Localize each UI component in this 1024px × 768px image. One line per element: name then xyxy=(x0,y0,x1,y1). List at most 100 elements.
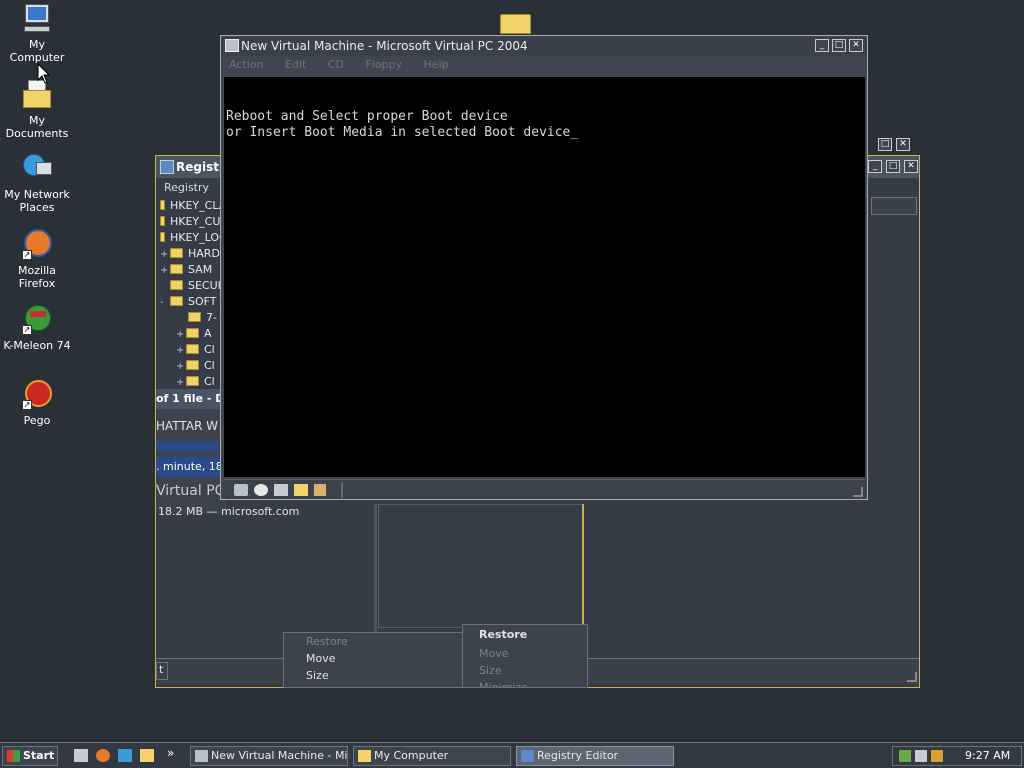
tree-item[interactable]: + HARD xyxy=(160,246,220,262)
registry-close-button[interactable]: ✕ xyxy=(904,160,918,173)
close-button[interactable]: ✕ xyxy=(896,138,910,151)
tree-item[interactable]: + Cl xyxy=(176,358,215,374)
desktop-icon-my-computer[interactable]: My Computer xyxy=(0,2,74,64)
registry-title: Registr xyxy=(176,160,225,174)
tree-item[interactable]: - SOFT xyxy=(160,294,217,310)
quick-launch-desktop-icon[interactable] xyxy=(74,749,88,762)
vpc-task-icon xyxy=(195,750,208,762)
tray-app-icon[interactable] xyxy=(915,750,927,762)
maximize-button[interactable]: □ xyxy=(878,138,892,151)
resize-grip-icon[interactable] xyxy=(853,487,863,497)
tree-item[interactable]: SECUI xyxy=(160,278,221,294)
task-virtual-machine[interactable]: New Virtual Machine - Mic... xyxy=(190,746,348,766)
desktop-icon-label: K-Meleon 74 xyxy=(3,339,71,352)
hard-disk-icon[interactable] xyxy=(234,484,248,496)
shared-folder-icon[interactable] xyxy=(294,484,308,496)
vpc-minimize-button[interactable]: _ xyxy=(815,39,829,52)
download-title: of 1 file - Do xyxy=(156,389,226,409)
floppy-icon[interactable] xyxy=(274,484,288,496)
folder-icon[interactable] xyxy=(500,14,531,34)
taskbar: Start » New Virtual Machine - Mic... My … xyxy=(0,742,1024,768)
computer-task-icon xyxy=(358,750,371,762)
registry-panel-border xyxy=(582,504,584,628)
vpc-title: New Virtual Machine - Microsoft Virtual … xyxy=(241,39,528,53)
desktop-icon-label: Mozilla Firefox xyxy=(18,264,56,290)
network-icon[interactable] xyxy=(314,484,326,496)
firefox-icon: ↗ xyxy=(20,228,54,262)
clock[interactable]: 9:27 AM xyxy=(965,749,1010,762)
tray-network-icon[interactable] xyxy=(899,750,911,762)
chevron-more-icon[interactable]: » xyxy=(167,746,174,760)
registry-title-icon xyxy=(160,160,174,174)
quick-launch-search-icon[interactable] xyxy=(140,749,154,762)
tray-volume-icon[interactable] xyxy=(931,750,943,762)
desktop-icon-my-documents[interactable]: My Documents xyxy=(0,78,74,140)
task-label: My Computer xyxy=(374,749,449,762)
vpc-menu-cd[interactable]: CD xyxy=(328,58,344,71)
registry-tree: HKEY_CLA HKEY_CU HKEY_LOC + HARD + SAM SEC… xyxy=(158,198,222,388)
cd-icon[interactable] xyxy=(254,484,268,496)
tree-item[interactable]: 7- xyxy=(188,310,217,326)
status-separator xyxy=(341,482,343,498)
vpc-menu-action[interactable]: Action xyxy=(229,58,263,71)
tree-item[interactable]: HKEY_CU xyxy=(160,214,220,230)
vpc-menu-help[interactable]: Help xyxy=(424,58,449,71)
task-registry-editor[interactable]: Registry Editor xyxy=(516,746,674,766)
desktop-icon-network-places[interactable]: My Network Places xyxy=(0,152,74,214)
menu-item-minimize[interactable]: Minimize xyxy=(463,679,587,687)
registry-maximize-button[interactable]: □ xyxy=(886,160,900,173)
vpc-close-button[interactable]: ✕ xyxy=(849,39,863,52)
windows-logo-icon xyxy=(7,750,20,762)
tree-item[interactable]: HKEY_CLA xyxy=(160,198,222,214)
menu-item-size[interactable]: Size xyxy=(463,662,587,679)
registry-menu-item[interactable]: Registry xyxy=(164,181,209,194)
console-line: Reboot and Select proper Boot device xyxy=(226,109,508,124)
download-file-name: HATTAR W xyxy=(156,419,219,433)
desktop-icon-pego[interactable]: ↗ Pego xyxy=(0,378,74,427)
download-product: Virtual PC 2 xyxy=(156,483,226,499)
vpc-menu-edit[interactable]: Edit xyxy=(285,58,306,71)
desktop-icon-label: Pego xyxy=(23,414,51,427)
system-menu-1: Restore Move Size xyxy=(283,632,465,688)
kmeleon-icon: ↗ xyxy=(20,303,54,337)
vpc-title-icon xyxy=(225,39,239,52)
download-size-source: 18.2 MB — microsoft.com xyxy=(158,505,300,518)
task-my-computer[interactable]: My Computer xyxy=(353,746,511,766)
vpc-menu-floppy[interactable]: Floppy xyxy=(365,58,402,71)
computer-icon xyxy=(20,2,54,36)
menu-item-restore[interactable]: Restore xyxy=(284,633,464,650)
tree-item[interactable]: HKEY_LOC xyxy=(160,230,222,246)
menu-item-move[interactable]: Move xyxy=(463,645,587,662)
download-time-left: . minute, 18 s xyxy=(156,457,226,477)
start-label: Start xyxy=(23,749,55,762)
registry-divider xyxy=(374,504,377,632)
start-button[interactable]: Start xyxy=(2,746,58,766)
shortcut-arrow-icon: ↗ xyxy=(22,325,32,335)
quick-launch-network-icon[interactable] xyxy=(118,749,132,762)
vpc-maximize-button[interactable]: □ xyxy=(832,39,846,52)
system-tray: 9:27 AM xyxy=(892,746,1022,766)
quick-launch-firefox-icon[interactable] xyxy=(96,749,110,762)
console-line: or Insert Boot Media in selected Boot de… xyxy=(226,125,579,140)
registry-list-header xyxy=(871,197,917,215)
resize-grip-icon[interactable] xyxy=(907,672,917,682)
registry-minimize-button[interactable]: _ xyxy=(868,160,882,173)
vpc-title-bar[interactable]: New Virtual Machine - Microsoft Virtual … xyxy=(221,36,867,56)
status-pane: t xyxy=(156,662,168,680)
tree-item[interactable]: + A xyxy=(176,326,212,342)
system-menu-2: Restore Move Size Minimize xyxy=(462,624,588,688)
desktop-icon-firefox[interactable]: ↗ Mozilla Firefox xyxy=(0,228,74,290)
desktop-icon-kmeleon[interactable]: ↗ K-Meleon 74 xyxy=(0,303,74,352)
tree-item[interactable]: + Cl xyxy=(176,374,215,388)
menu-item-move[interactable]: Move xyxy=(284,650,464,667)
menu-item-size[interactable]: Size xyxy=(284,667,464,684)
vm-console-screen[interactable]: Reboot and Select proper Boot device or I… xyxy=(224,77,865,477)
tree-item[interactable]: + Cl xyxy=(176,342,215,358)
vpc-status-bar xyxy=(224,479,865,499)
pego-icon: ↗ xyxy=(20,378,54,412)
tree-item[interactable]: + SAM xyxy=(160,262,212,278)
menu-item-restore[interactable]: Restore xyxy=(463,625,587,645)
virtual-pc-window[interactable]: New Virtual Machine - Microsoft Virtual … xyxy=(220,35,868,500)
desktop-icon-label: My Documents xyxy=(5,114,69,140)
task-label: Registry Editor xyxy=(537,749,619,762)
